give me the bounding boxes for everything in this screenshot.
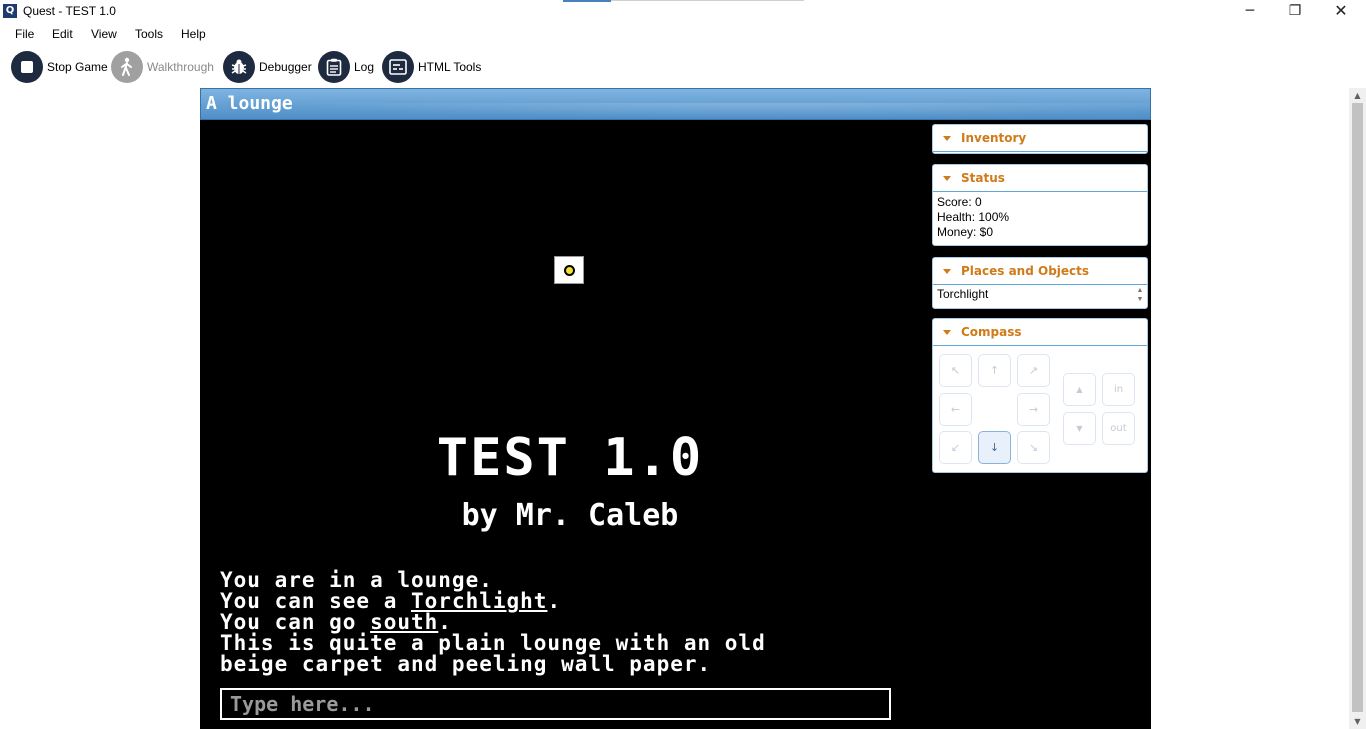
scroll-thumb[interactable] <box>1352 103 1363 712</box>
walkthrough-label: Walkthrough <box>147 60 214 74</box>
walking-person-icon <box>111 51 143 83</box>
collapse-arrow-icon <box>943 175 951 181</box>
places-list[interactable]: Torchlight ▲ ▼ <box>933 285 1147 307</box>
menu-edit[interactable]: Edit <box>52 27 73 41</box>
compass-down-button[interactable]: ▼ <box>1063 412 1096 445</box>
maximize-button[interactable]: ❐ <box>1272 0 1318 23</box>
minimize-button[interactable]: ─ <box>1227 0 1273 23</box>
output-line: You can go south. <box>220 610 452 634</box>
compass-east-button[interactable]: → <box>1017 393 1050 426</box>
money-value: Money: $0 <box>937 225 994 239</box>
compass-pane: Compass ↖ ↑ ↗ ← → ↙ ↓ ↘ ▲ in ▼ out <box>932 318 1148 473</box>
output-line: You can see a Torchlight. <box>220 589 562 613</box>
title-bar: Q Quest - TEST 1.0 ─ ❐ ✕ <box>0 0 1366 23</box>
debugger-label: Debugger <box>259 60 312 74</box>
menu-view[interactable]: View <box>91 27 117 41</box>
stop-game-label: Stop Game <box>47 60 108 74</box>
status-body: Score: 0 Health: 100% Money: $0 <box>933 192 1147 243</box>
compass-northeast-button[interactable]: ↗ <box>1017 354 1050 387</box>
toolbar: Stop Game Walkthrough Debugger Log HTML … <box>0 48 1366 86</box>
compass-north-button[interactable]: ↑ <box>978 354 1011 387</box>
window-title: Quest - TEST 1.0 <box>23 4 116 18</box>
html-tools-icon <box>382 51 414 83</box>
game-author: by Mr. Caleb <box>461 498 679 533</box>
collapse-arrow-icon <box>943 268 951 274</box>
game-output: You are in a lounge. You can see a Torch… <box>220 570 940 675</box>
places-header[interactable]: Places and Objects <box>933 258 1147 285</box>
location-bar: A lounge <box>200 88 1151 120</box>
places-title: Places and Objects <box>961 264 1090 278</box>
command-box <box>220 688 891 720</box>
vertical-scrollbar[interactable]: ▲ ▼ <box>1349 88 1366 729</box>
tab-divider <box>611 0 804 1</box>
command-input[interactable] <box>222 690 889 718</box>
app-icon: Q <box>3 4 17 18</box>
scroll-down-icon[interactable]: ▼ <box>1349 714 1366 729</box>
stop-icon <box>11 51 43 83</box>
tab-indicator <box>563 0 611 2</box>
log-label: Log <box>354 60 375 74</box>
map-marker-icon <box>554 256 584 284</box>
game-panel: A lounge TEST 1.0 by Mr. Caleb You are i… <box>200 88 1151 729</box>
stop-game-button[interactable]: Stop Game <box>11 50 108 84</box>
log-button[interactable]: Log <box>318 50 374 84</box>
compass-southeast-button[interactable]: ↘ <box>1017 431 1050 464</box>
walkthrough-button[interactable]: Walkthrough <box>111 50 214 84</box>
collapse-arrow-icon <box>943 135 951 141</box>
health-value: Health: 100% <box>937 210 1010 224</box>
menu-bar: File Edit View Tools Help <box>0 23 1366 45</box>
html-tools-button[interactable]: HTML Tools <box>382 50 481 84</box>
clipboard-icon <box>318 51 350 83</box>
places-pane: Places and Objects Torchlight ▲ ▼ <box>932 257 1148 309</box>
menu-file[interactable]: File <box>15 27 34 41</box>
output-line: You are in a lounge. <box>220 568 493 592</box>
compass-southwest-button[interactable]: ↙ <box>939 431 972 464</box>
close-button[interactable]: ✕ <box>1318 0 1364 23</box>
compass-out-button[interactable]: out <box>1102 412 1135 445</box>
html-tools-label: HTML Tools <box>418 60 482 74</box>
list-item[interactable]: Torchlight <box>937 287 988 301</box>
status-header[interactable]: Status <box>933 165 1147 192</box>
status-title: Status <box>961 171 1005 185</box>
compass-west-button[interactable]: ← <box>939 393 972 426</box>
output-line: beige carpet and peeling wall paper. <box>220 652 712 676</box>
status-pane: Status Score: 0 Health: 100% Money: $0 <box>932 164 1148 246</box>
compass-up-button[interactable]: ▲ <box>1063 373 1096 406</box>
output-line: This is quite a plain lounge with an old <box>220 631 766 655</box>
inventory-title: Inventory <box>961 131 1027 145</box>
collapse-arrow-icon <box>943 329 951 335</box>
game-title: TEST 1.0 <box>436 428 704 488</box>
inventory-pane: Inventory <box>932 124 1148 154</box>
inventory-header[interactable]: Inventory <box>933 125 1147 152</box>
bug-icon <box>223 51 255 83</box>
location-title: A lounge <box>206 93 293 114</box>
compass-header[interactable]: Compass <box>933 319 1147 346</box>
spinner-arrows-icon[interactable]: ▲ ▼ <box>1135 286 1145 305</box>
compass-title: Compass <box>961 325 1022 339</box>
scroll-up-icon[interactable]: ▲ <box>1349 88 1366 103</box>
menu-tools[interactable]: Tools <box>135 27 163 41</box>
menu-help[interactable]: Help <box>181 27 206 41</box>
compass-south-button[interactable]: ↓ <box>978 431 1011 464</box>
debugger-button[interactable]: Debugger <box>223 50 312 84</box>
compass-in-button[interactable]: in <box>1102 373 1135 406</box>
compass-northwest-button[interactable]: ↖ <box>939 354 972 387</box>
score-value: Score: 0 <box>937 195 982 209</box>
